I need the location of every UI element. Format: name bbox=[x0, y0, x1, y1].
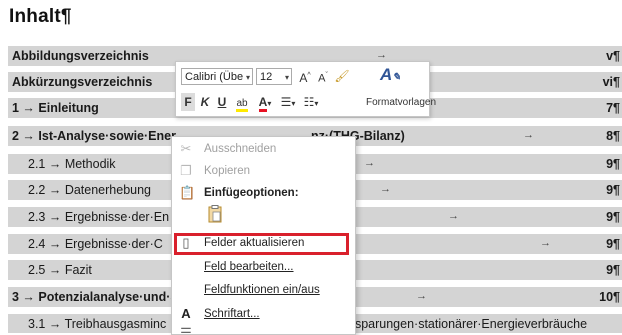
menu-item-label: Einfügeoptionen: bbox=[204, 187, 299, 199]
bullets-icon: ☰ bbox=[280, 95, 292, 109]
toc-row-label: 2.1 → Methodik bbox=[28, 157, 116, 171]
tab-arrow-icon: → bbox=[540, 237, 551, 249]
context-menu: ✂ Ausschneiden ❐ Kopieren 📋 Einfügeoptio… bbox=[171, 136, 356, 335]
font-name-select[interactable]: Calibri (Übe ▾ bbox=[181, 68, 253, 85]
highlight-button[interactable]: ab bbox=[232, 93, 252, 112]
paste-keep-text-icon[interactable] bbox=[208, 205, 222, 223]
toc-row-label: 2.2 → Datenerhebung bbox=[28, 183, 152, 197]
toc-row-label: 2.4 → Ergebnisse·der·C bbox=[28, 237, 163, 251]
toc-row-page: 9¶ bbox=[606, 157, 620, 171]
italic-button[interactable]: K bbox=[198, 93, 212, 111]
toc-row-label: 2.3 → Ergebnisse·der·En bbox=[28, 210, 170, 224]
menu-item-toggle-field-codes[interactable]: Feldfunktionen ein/aus bbox=[172, 280, 355, 302]
mini-toolbar: Calibri (Übe ▾ 12 ▾ A^ Aˇ 🖌 A✎ F K U ab … bbox=[175, 61, 436, 117]
format-painter-button[interactable]: 🖌 bbox=[334, 67, 350, 85]
toc-row-page: 7¶ bbox=[606, 101, 620, 115]
toc-row-page: 9¶ bbox=[606, 210, 620, 224]
toc-heading: Inhalt¶ bbox=[9, 6, 72, 27]
underline-button[interactable]: U bbox=[215, 93, 229, 111]
font-icon: A bbox=[181, 306, 191, 321]
toc-row-page: vi¶ bbox=[602, 75, 620, 89]
toc-row-label-tail: nsparungen·stationärer·Energieverbräuche bbox=[348, 317, 588, 331]
toc-row-page: 10¶ bbox=[599, 290, 620, 304]
toc-row-label: Abkürzungsverzeichnis bbox=[12, 75, 153, 89]
tab-arrow-icon: → bbox=[380, 183, 391, 195]
toc-row-label: 2.5 → Fazit bbox=[28, 263, 92, 277]
copy-icon: ❐ bbox=[180, 163, 192, 178]
menu-item-paragraph[interactable]: ☰ bbox=[172, 323, 355, 335]
font-size-select[interactable]: 12 ▾ bbox=[256, 68, 292, 85]
font-size-value: 12 bbox=[260, 71, 273, 83]
toc-row-label: 2 → Ist-Analyse·sowie·Ener bbox=[12, 129, 176, 143]
grow-font-button[interactable]: A^ bbox=[297, 67, 313, 85]
font-name-value: Calibri (Übe bbox=[185, 71, 244, 83]
menu-item-paste-options: 📋 Einfügeoptionen: bbox=[172, 183, 355, 205]
numbering-button[interactable]: ☷▾ bbox=[301, 93, 321, 111]
chevron-down-icon: ▾ bbox=[245, 73, 250, 82]
tab-arrow-icon: → bbox=[364, 157, 375, 169]
toc-row-label: 1 → Einleitung bbox=[12, 101, 99, 115]
menu-item-label: Ausschneiden bbox=[204, 143, 277, 155]
toc-row-page: 9¶ bbox=[606, 263, 620, 277]
menu-item-label: Schriftart... bbox=[204, 308, 260, 320]
paste-icon: 📋 bbox=[179, 185, 196, 200]
bullets-button[interactable]: ☰▾ bbox=[278, 93, 298, 111]
shrink-font-button[interactable]: Aˇ bbox=[315, 67, 331, 85]
toc-row-page: 9¶ bbox=[606, 183, 620, 197]
bold-button[interactable]: F bbox=[181, 93, 195, 111]
tab-arrow-icon: → bbox=[448, 210, 459, 222]
tab-arrow-icon: → bbox=[416, 290, 427, 302]
numbering-icon: ☷ bbox=[303, 95, 315, 109]
tab-arrow-icon: → bbox=[523, 129, 534, 141]
toc-row-label: 3 → Potenzialanalyse·und·S bbox=[12, 290, 179, 304]
toc-row-label: 3.1 → Treibhausgasminc bbox=[28, 317, 167, 331]
chevron-down-icon: ▾ bbox=[284, 73, 289, 82]
menu-item-label: Feld bearbeiten... bbox=[204, 261, 294, 273]
styles-label[interactable]: Formatvorlagen bbox=[366, 97, 436, 108]
scissors-icon: ✂ bbox=[180, 141, 192, 156]
toc-row-page: v¶ bbox=[606, 49, 620, 63]
menu-item-label: Feldfunktionen ein/aus bbox=[204, 284, 320, 296]
menu-item-edit-field[interactable]: Feld bearbeiten... bbox=[172, 257, 355, 279]
tab-arrow-icon: → bbox=[376, 49, 387, 61]
highlight-box bbox=[174, 233, 349, 255]
menu-item-label: Kopieren bbox=[204, 165, 251, 177]
font-color-button[interactable]: A▾ bbox=[255, 93, 275, 112]
format-painter-icon: 🖌 bbox=[334, 69, 350, 83]
menu-item-copy[interactable]: ❐ Kopieren bbox=[172, 161, 355, 183]
toc-row-page: 9¶ bbox=[606, 237, 620, 251]
toc-row-page: 8¶ bbox=[606, 129, 620, 143]
toc-row-label: Abbildungsverzeichnis bbox=[12, 49, 149, 63]
menu-item-cut[interactable]: ✂ Ausschneiden bbox=[172, 139, 355, 161]
highlighter-icon: ab bbox=[236, 98, 248, 112]
styles-icon[interactable]: A✎ bbox=[380, 65, 412, 87]
